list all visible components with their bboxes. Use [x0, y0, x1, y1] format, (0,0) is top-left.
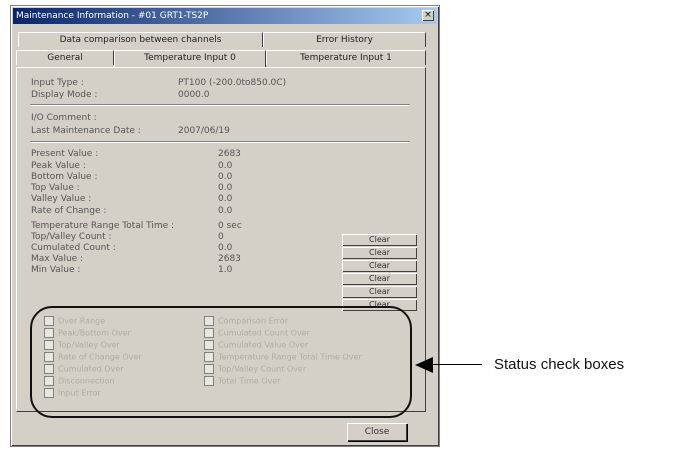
value-label: Valley Value : [31, 194, 92, 204]
value-text: 0.0 [218, 172, 233, 182]
value-label: Cumulated Count : [31, 243, 116, 253]
input-type-label: Input Type : [31, 78, 84, 88]
value-text: 0.0 [218, 243, 233, 253]
value-text: 0 sec [218, 221, 242, 231]
close-icon[interactable]: × [422, 10, 434, 21]
callout-arrow [432, 364, 482, 365]
tab-temperature-input-0[interactable]: Temperature Input 0 [114, 50, 266, 67]
value-label: Rate of Change : [31, 206, 107, 216]
value-text: 0.0 [218, 206, 233, 216]
value-label: Peak Value : [31, 161, 86, 171]
last-maintenance-label: Last Maintenance Date : [31, 126, 141, 136]
tab-error-history[interactable]: Error History [263, 32, 426, 47]
display-mode-value: 0000.0 [178, 90, 210, 100]
value-text: 2683 [218, 254, 241, 264]
value-label: Present Value : [31, 149, 99, 159]
tab-temperature-input-1[interactable]: Temperature Input 1 [266, 50, 426, 65]
value-label: Temperature Range Total Time : [31, 221, 175, 231]
value-label: Top/Valley Count : [31, 232, 112, 242]
clear-button[interactable]: Clear [342, 286, 417, 298]
clear-button[interactable]: Clear [342, 234, 417, 246]
arrow-head-icon [415, 357, 433, 373]
value-label: Bottom Value : [31, 172, 98, 182]
value-text: 0.0 [218, 183, 233, 193]
io-comment-label: I/O Comment : [31, 113, 97, 123]
value-text: 0.0 [218, 161, 233, 171]
tab-data-comparison[interactable]: Data comparison between channels [18, 32, 263, 47]
display-mode-label: Display Mode : [31, 90, 98, 100]
divider [30, 104, 410, 106]
status-checkbox-outline [30, 306, 412, 418]
close-button[interactable]: Close [347, 423, 407, 441]
clear-button[interactable]: Clear [342, 260, 417, 272]
clear-button[interactable]: Clear [342, 247, 417, 259]
window-title: Maintenance Information - #01 GRT1-TS2P [16, 11, 209, 21]
value-text: 0 [218, 232, 224, 242]
tab-general[interactable]: General [16, 50, 114, 65]
value-label: Max Value : [31, 254, 84, 264]
clear-button[interactable]: Clear [342, 273, 417, 285]
value-text: 0.0 [218, 194, 233, 204]
value-text: 1.0 [218, 265, 233, 275]
input-type-value: PT100 (-200.0to850.0C) [178, 78, 287, 88]
title-bar: Maintenance Information - #01 GRT1-TS2P … [13, 8, 437, 24]
value-text: 2683 [218, 149, 241, 159]
value-label: Top Value : [31, 183, 80, 193]
last-maintenance-value: 2007/06/19 [178, 126, 230, 136]
callout-label: Status check boxes [494, 356, 625, 373]
divider [30, 141, 410, 143]
value-label: Min Value : [31, 265, 81, 275]
